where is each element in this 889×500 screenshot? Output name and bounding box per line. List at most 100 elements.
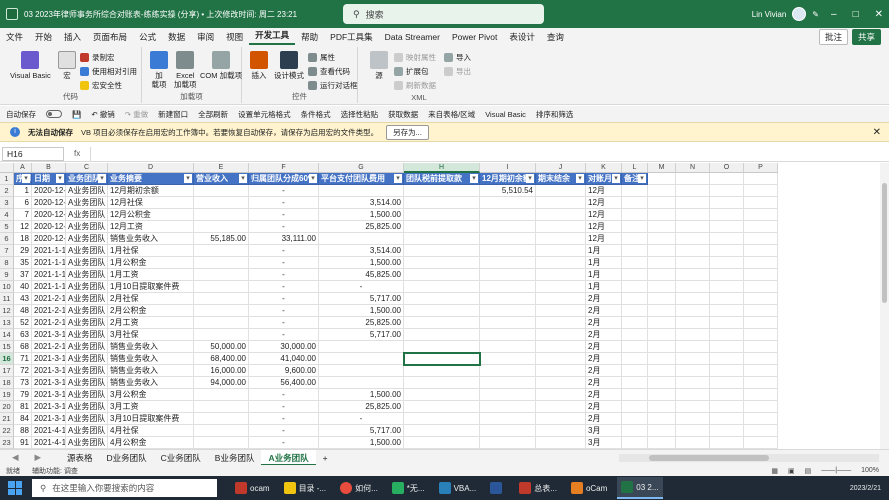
filter-dropdown-icon[interactable]: ▾	[98, 174, 106, 183]
table-cell[interactable]: 2月	[586, 353, 622, 365]
user-account[interactable]: Lin Vivian ✎	[752, 0, 819, 28]
table-cell[interactable]	[622, 341, 648, 353]
table-cell[interactable]	[480, 281, 536, 293]
table-cell[interactable]: 2021-3-10	[32, 353, 66, 365]
column-header[interactable]: E	[194, 163, 249, 173]
column-header[interactable]: C	[66, 163, 108, 173]
visual-basic-quick-button[interactable]: Visual Basic	[485, 110, 526, 119]
table-cell[interactable]: 销售业务收入	[108, 365, 194, 377]
table-cell[interactable]: 50,000.00	[194, 341, 249, 353]
table-cell[interactable]	[319, 341, 404, 353]
table-cell[interactable]	[676, 245, 710, 257]
table-cell[interactable]	[622, 329, 648, 341]
select-all-corner[interactable]	[0, 163, 14, 173]
table-cell[interactable]: -	[249, 269, 319, 281]
sort-filter-button[interactable]: 排序和筛选	[536, 109, 574, 120]
table-cell[interactable]	[744, 317, 778, 329]
taskbar-app-explorer[interactable]: 目录 -...	[280, 477, 331, 499]
zoom-slider[interactable]: ——|——	[821, 467, 851, 474]
column-header[interactable]: O	[710, 163, 744, 173]
table-cell[interactable]: 73	[14, 377, 32, 389]
table-header-cell[interactable]: 归属团队分成60% ▾	[249, 173, 319, 185]
table-cell[interactable]: 1月社保	[108, 245, 194, 257]
table-cell[interactable]	[710, 257, 744, 269]
table-cell[interactable]: A业务团队	[66, 257, 108, 269]
table-cell[interactable]	[480, 221, 536, 233]
table-cell[interactable]: 2月公积金	[108, 305, 194, 317]
table-cell[interactable]	[536, 377, 586, 389]
table-cell[interactable]: -	[249, 401, 319, 413]
vertical-scrollbar[interactable]	[880, 163, 889, 449]
sheet-tab-team-d[interactable]: D业务团队	[100, 450, 154, 466]
table-cell[interactable]: 16,000.00	[194, 365, 249, 377]
macros-button[interactable]: 宏	[58, 51, 76, 80]
undo-button[interactable]: ↶ 撤销	[91, 109, 114, 120]
table-cell[interactable]	[480, 269, 536, 281]
table-cell[interactable]: 37	[14, 269, 32, 281]
table-cell[interactable]	[676, 185, 710, 197]
taskbar-search[interactable]: ⚲ 在这里输入你要搜索的内容	[32, 479, 217, 497]
column-header[interactable]: P	[744, 163, 778, 173]
table-cell[interactable]: 销售业务收入	[108, 377, 194, 389]
table-cell[interactable]: 2月社保	[108, 293, 194, 305]
table-cell[interactable]	[536, 269, 586, 281]
table-cell[interactable]: 25,825.00	[319, 317, 404, 329]
table-cell[interactable]: 56,400.00	[249, 377, 319, 389]
table-cell[interactable]	[480, 317, 536, 329]
table-cell[interactable]	[404, 209, 480, 221]
table-cell[interactable]	[648, 281, 676, 293]
row-header[interactable]: 16	[0, 353, 14, 365]
table-cell[interactable]: 2020-12-15	[32, 209, 66, 221]
table-cell[interactable]: 1月	[586, 257, 622, 269]
maximize-icon[interactable]: □	[853, 9, 859, 20]
share-button[interactable]: 共享	[851, 28, 881, 45]
table-cell[interactable]: 71	[14, 353, 32, 365]
table-cell[interactable]: 2021-2-10	[32, 341, 66, 353]
table-cell[interactable]: 2021-3-10	[32, 377, 66, 389]
table-header-cell[interactable]: 平台支付团队费用 ▾	[319, 173, 404, 185]
tab-page-layout[interactable]: 页面布局	[87, 31, 133, 43]
table-cell[interactable]: 12月社保	[108, 197, 194, 209]
table-cell[interactable]	[480, 329, 536, 341]
tab-data[interactable]: 数据	[162, 31, 191, 43]
table-cell[interactable]	[710, 389, 744, 401]
table-cell[interactable]: -	[319, 281, 404, 293]
table-cell[interactable]	[536, 221, 586, 233]
table-cell[interactable]	[404, 389, 480, 401]
table-header-cell[interactable]	[648, 173, 676, 185]
table-cell[interactable]: 1月	[586, 281, 622, 293]
column-header[interactable]: I	[480, 163, 536, 173]
table-cell[interactable]: -	[249, 437, 319, 449]
table-cell[interactable]	[480, 365, 536, 377]
table-cell[interactable]	[480, 437, 536, 449]
table-cell[interactable]: 72	[14, 365, 32, 377]
table-cell[interactable]	[194, 329, 249, 341]
table-cell[interactable]	[648, 329, 676, 341]
table-cell[interactable]	[622, 245, 648, 257]
row-header[interactable]: 4	[0, 209, 14, 221]
column-header[interactable]: G	[319, 163, 404, 173]
table-cell[interactable]	[536, 329, 586, 341]
table-cell[interactable]: -	[249, 209, 319, 221]
table-cell[interactable]	[676, 425, 710, 437]
table-cell[interactable]	[622, 293, 648, 305]
table-cell[interactable]	[710, 437, 744, 449]
row-header[interactable]: 23	[0, 437, 14, 449]
table-cell[interactable]	[710, 425, 744, 437]
table-header-cell[interactable]	[676, 173, 710, 185]
table-cell[interactable]	[404, 353, 480, 365]
filter-dropdown-icon[interactable]: ▾	[56, 174, 64, 183]
table-cell[interactable]: A业务团队	[66, 365, 108, 377]
table-cell[interactable]	[648, 305, 676, 317]
table-cell[interactable]: 2月	[586, 365, 622, 377]
table-cell[interactable]	[676, 233, 710, 245]
table-cell[interactable]	[404, 413, 480, 425]
table-cell[interactable]: 2021-2-15	[32, 293, 66, 305]
table-cell[interactable]: 84	[14, 413, 32, 425]
table-cell[interactable]: 43	[14, 293, 32, 305]
tab-developer[interactable]: 开发工具	[249, 28, 296, 45]
properties-button[interactable]: 属性	[308, 52, 335, 63]
tab-help[interactable]: 帮助	[295, 31, 324, 43]
run-dialog-button[interactable]: 运行对话框	[308, 80, 358, 91]
table-cell[interactable]: 2021-3-10	[32, 365, 66, 377]
